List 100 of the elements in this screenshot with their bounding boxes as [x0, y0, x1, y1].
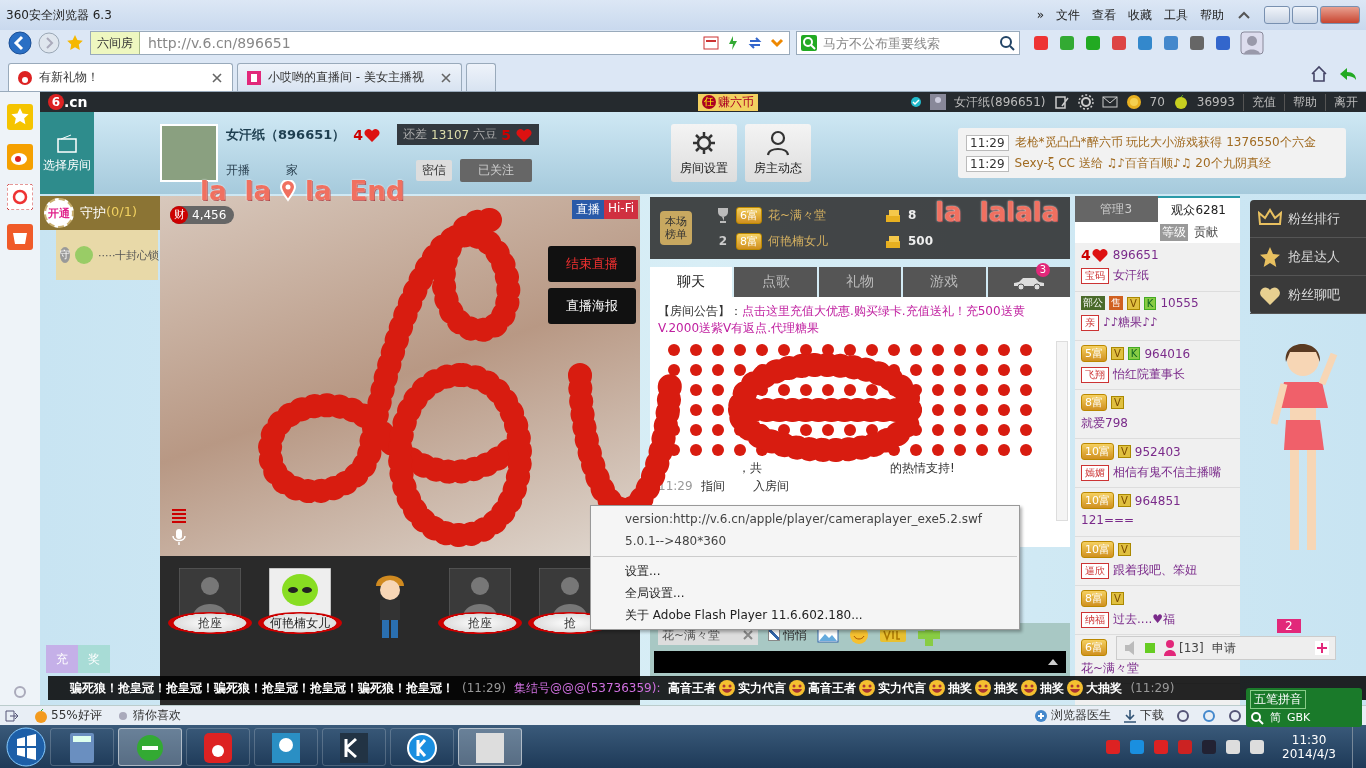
- search-icon[interactable]: [999, 35, 1015, 51]
- search-icon[interactable]: [1250, 710, 1264, 725]
- audience-member[interactable]: 部公 售 V K 10555 亲 ♪♪糖果♪♪: [1075, 292, 1240, 341]
- stream-action-button[interactable]: 结束直播: [548, 246, 636, 282]
- toolbar-icon[interactable]: [1136, 34, 1154, 52]
- chat-input-field[interactable]: [650, 647, 1070, 677]
- status-tool-icon[interactable]: [1228, 708, 1242, 723]
- audience-member[interactable]: 8富 V 就爱798: [1075, 390, 1240, 439]
- microphone-icon[interactable]: [170, 528, 188, 546]
- status-tool-icon[interactable]: [1202, 708, 1216, 723]
- audience-member[interactable]: 8富 V 纳福 过去....♥福: [1075, 586, 1240, 635]
- status-check-icon[interactable]: [910, 96, 923, 108]
- private-message-button[interactable]: 密信: [416, 160, 452, 181]
- toolbar-icon[interactable]: [1214, 34, 1232, 52]
- host-feed-button[interactable]: 房主动态: [744, 124, 811, 182]
- fan-menu-button[interactable]: 粉丝排行: [1250, 200, 1366, 238]
- stream-action-button[interactable]: 直播海报: [548, 288, 636, 324]
- edit-icon[interactable]: [1053, 94, 1070, 110]
- audience-member[interactable]: 5富 V K 964016 飞翔 怡红院董事长: [1075, 341, 1240, 390]
- new-tab-button[interactable]: [466, 63, 496, 91]
- username-link[interactable]: 女汗纸(896651): [954, 93, 1046, 111]
- search-bar[interactable]: 马方不公布重要线索: [796, 31, 1020, 55]
- search-engine-icon[interactable]: [801, 35, 817, 51]
- browser-tab[interactable]: 小哎哟的直播间 - 美女主播视: [237, 63, 462, 91]
- top-link[interactable]: 充值: [1243, 93, 1276, 111]
- user-avatar-icon[interactable]: [1240, 31, 1264, 55]
- fan-menu-button[interactable]: 抢星达人: [1250, 238, 1366, 276]
- menu-item[interactable]: 文件: [1056, 6, 1080, 24]
- tray-icon[interactable]: [1248, 737, 1267, 756]
- audience-member[interactable]: 10富 V 952403 嫣媚 相信有鬼不信主播嘴: [1075, 439, 1240, 488]
- fan-menu-button[interactable]: 粉丝聊吧: [1250, 276, 1366, 314]
- charset-toggle[interactable]: GBK: [1287, 711, 1311, 724]
- taskbar-button[interactable]: [390, 727, 454, 766]
- chat-tab[interactable]: 礼物: [818, 267, 902, 297]
- site-badge[interactable]: 六间房: [91, 32, 140, 54]
- status-tool-icon[interactable]: [1176, 708, 1190, 723]
- earn-coins-badge[interactable]: 任 赚六币: [698, 93, 758, 111]
- toolbar-icon[interactable]: [1110, 34, 1128, 52]
- whisper-checkbox[interactable]: 悄悄: [768, 626, 807, 644]
- volume-bars-icon[interactable]: [170, 508, 188, 524]
- start-button[interactable]: [6, 726, 46, 767]
- chat-tab[interactable]: 点歌: [734, 267, 817, 297]
- taskbar-button[interactable]: [186, 727, 250, 766]
- recommend-link[interactable]: 猜你喜欢: [115, 707, 181, 724]
- menu-item[interactable]: 设置...: [591, 560, 1019, 582]
- browser-doctor-link[interactable]: 浏览器医生: [1034, 707, 1111, 724]
- top-link[interactable]: 帮助: [1284, 93, 1317, 111]
- follow-button[interactable]: 已关注: [460, 159, 532, 182]
- menu-item[interactable]: 工具: [1164, 6, 1188, 24]
- grab-seat-button[interactable]: 何艳楠女儿: [258, 612, 342, 634]
- mail-icon[interactable]: [1101, 94, 1118, 110]
- reader-icon[interactable]: [703, 35, 719, 51]
- grab-seat-button[interactable]: 抢座: [438, 612, 522, 634]
- taskbar-button[interactable]: [118, 727, 182, 766]
- top-link[interactable]: 离开: [1325, 93, 1358, 111]
- sidebar-toggle-icon[interactable]: [4, 708, 20, 723]
- activate-guard-button[interactable]: 开通: [44, 198, 74, 228]
- room-settings-button[interactable]: 房间设置: [670, 124, 737, 182]
- expand-icon[interactable]: [1046, 657, 1060, 667]
- toolbar-icon[interactable]: [1162, 34, 1180, 52]
- back-icon[interactable]: [8, 31, 32, 55]
- taskbar-button[interactable]: [50, 727, 114, 766]
- taskbar-button[interactable]: [254, 727, 318, 766]
- input-mode[interactable]: 五笔拼音: [1250, 690, 1306, 709]
- script-toggle[interactable]: 简: [1270, 710, 1281, 725]
- address-bar[interactable]: 六间房 http://v.6.cn/896651: [90, 31, 790, 55]
- mail-at-icon[interactable]: [7, 184, 33, 210]
- weibo-icon[interactable]: [7, 144, 33, 170]
- close-tab-icon[interactable]: [439, 70, 453, 85]
- taskbar-button[interactable]: [458, 727, 522, 766]
- chat-tab[interactable]: 聊天: [650, 267, 733, 297]
- close-button[interactable]: [1320, 6, 1360, 24]
- favorite-star-icon[interactable]: [66, 34, 84, 52]
- audience-member[interactable]: 10富 V 逼欣 跟着我吧、笨妞: [1075, 537, 1240, 586]
- home-icon[interactable]: [1310, 64, 1328, 83]
- browser-tab[interactable]: 有新礼物！: [8, 63, 233, 91]
- logo-text[interactable]: .cn: [64, 94, 88, 110]
- rating-link[interactable]: 55%好评: [34, 707, 102, 724]
- tray-icon[interactable]: [1224, 737, 1243, 756]
- menu-item[interactable]: 查看: [1092, 6, 1116, 24]
- forward-icon[interactable]: [38, 32, 60, 54]
- toolbar-icon[interactable]: [1032, 34, 1050, 52]
- sort-toggle[interactable]: 贡献: [1192, 224, 1220, 241]
- add-button[interactable]: [1315, 641, 1329, 655]
- menu-item[interactable]: 全局设置...: [591, 582, 1019, 604]
- grab-seat-button[interactable]: 抢座: [168, 612, 252, 634]
- toolbar-icon[interactable]: [1058, 34, 1076, 52]
- menu-item[interactable]: »: [1036, 8, 1044, 22]
- chat-scrollbar[interactable]: [1056, 341, 1068, 521]
- menu-item[interactable]: 收藏: [1128, 6, 1152, 24]
- toolbar-icon[interactable]: [1188, 34, 1206, 52]
- select-room-button[interactable]: 选择房间: [40, 112, 94, 194]
- clock[interactable]: 11:30 2014/4/3: [1282, 732, 1336, 761]
- close-tab-icon[interactable]: [210, 70, 224, 85]
- audience-member[interactable]: 4 896651 宝码 女汗纸: [1075, 243, 1240, 292]
- shopping-bag-icon[interactable]: [7, 224, 33, 250]
- minimize-button[interactable]: [1264, 6, 1290, 24]
- downloads-link[interactable]: 下载: [1123, 707, 1164, 724]
- menu-item[interactable]: 帮助: [1200, 6, 1224, 24]
- apply-button[interactable]: 申请: [1211, 639, 1236, 657]
